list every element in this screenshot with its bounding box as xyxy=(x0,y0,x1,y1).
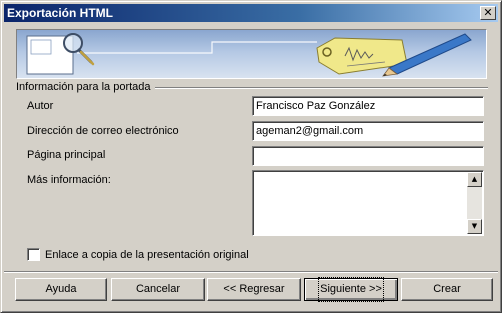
create-button[interactable]: Crear xyxy=(401,278,493,301)
author-input[interactable]: Francisco Paz González xyxy=(252,96,484,116)
back-button[interactable]: << Regresar xyxy=(207,278,301,301)
dialog-window: Exportación HTML ✕ Información para la p… xyxy=(0,0,502,313)
email-input[interactable]: ageman2@gmail.com xyxy=(252,121,484,141)
homepage-label: Página principal xyxy=(27,149,106,161)
close-icon: ✕ xyxy=(483,6,493,19)
create-button-label: Crear xyxy=(433,283,461,295)
help-button-label: Ayuda xyxy=(45,283,77,295)
scroll-up-button[interactable]: ▲ xyxy=(467,172,482,187)
button-separator xyxy=(4,271,498,273)
more-info-label: Más información: xyxy=(27,174,111,186)
cancel-button[interactable]: Cancelar xyxy=(111,278,205,301)
banner-illustration xyxy=(26,33,472,77)
back-button-label: << Regresar xyxy=(223,283,285,295)
link-original-label[interactable]: Enlace a copia de la presentación origin… xyxy=(45,248,249,262)
email-label: Dirección de correo electrónico xyxy=(27,125,179,137)
help-button[interactable]: Ayuda xyxy=(15,278,107,301)
scroll-down-button[interactable]: ▼ xyxy=(467,219,482,234)
title-bar[interactable]: Exportación HTML ✕ xyxy=(4,4,498,22)
group-title: Información para la portada xyxy=(16,80,155,94)
close-button[interactable]: ✕ xyxy=(480,6,496,20)
arrow-up-icon: ▲ xyxy=(471,175,478,183)
more-info-scrollbar[interactable]: ▲ ▼ xyxy=(467,172,482,234)
author-label: Autor xyxy=(27,100,54,112)
link-original-checkbox[interactable] xyxy=(27,248,40,261)
next-button-label: Siguiente >> xyxy=(318,277,384,302)
more-info-textarea[interactable]: ▲ ▼ xyxy=(252,170,484,236)
wizard-banner xyxy=(16,29,487,79)
window-title: Exportación HTML xyxy=(7,6,114,20)
next-button[interactable]: Siguiente >> xyxy=(304,277,398,302)
arrow-down-icon: ▼ xyxy=(471,222,478,230)
cancel-button-label: Cancelar xyxy=(135,283,181,295)
homepage-input[interactable] xyxy=(252,146,484,166)
